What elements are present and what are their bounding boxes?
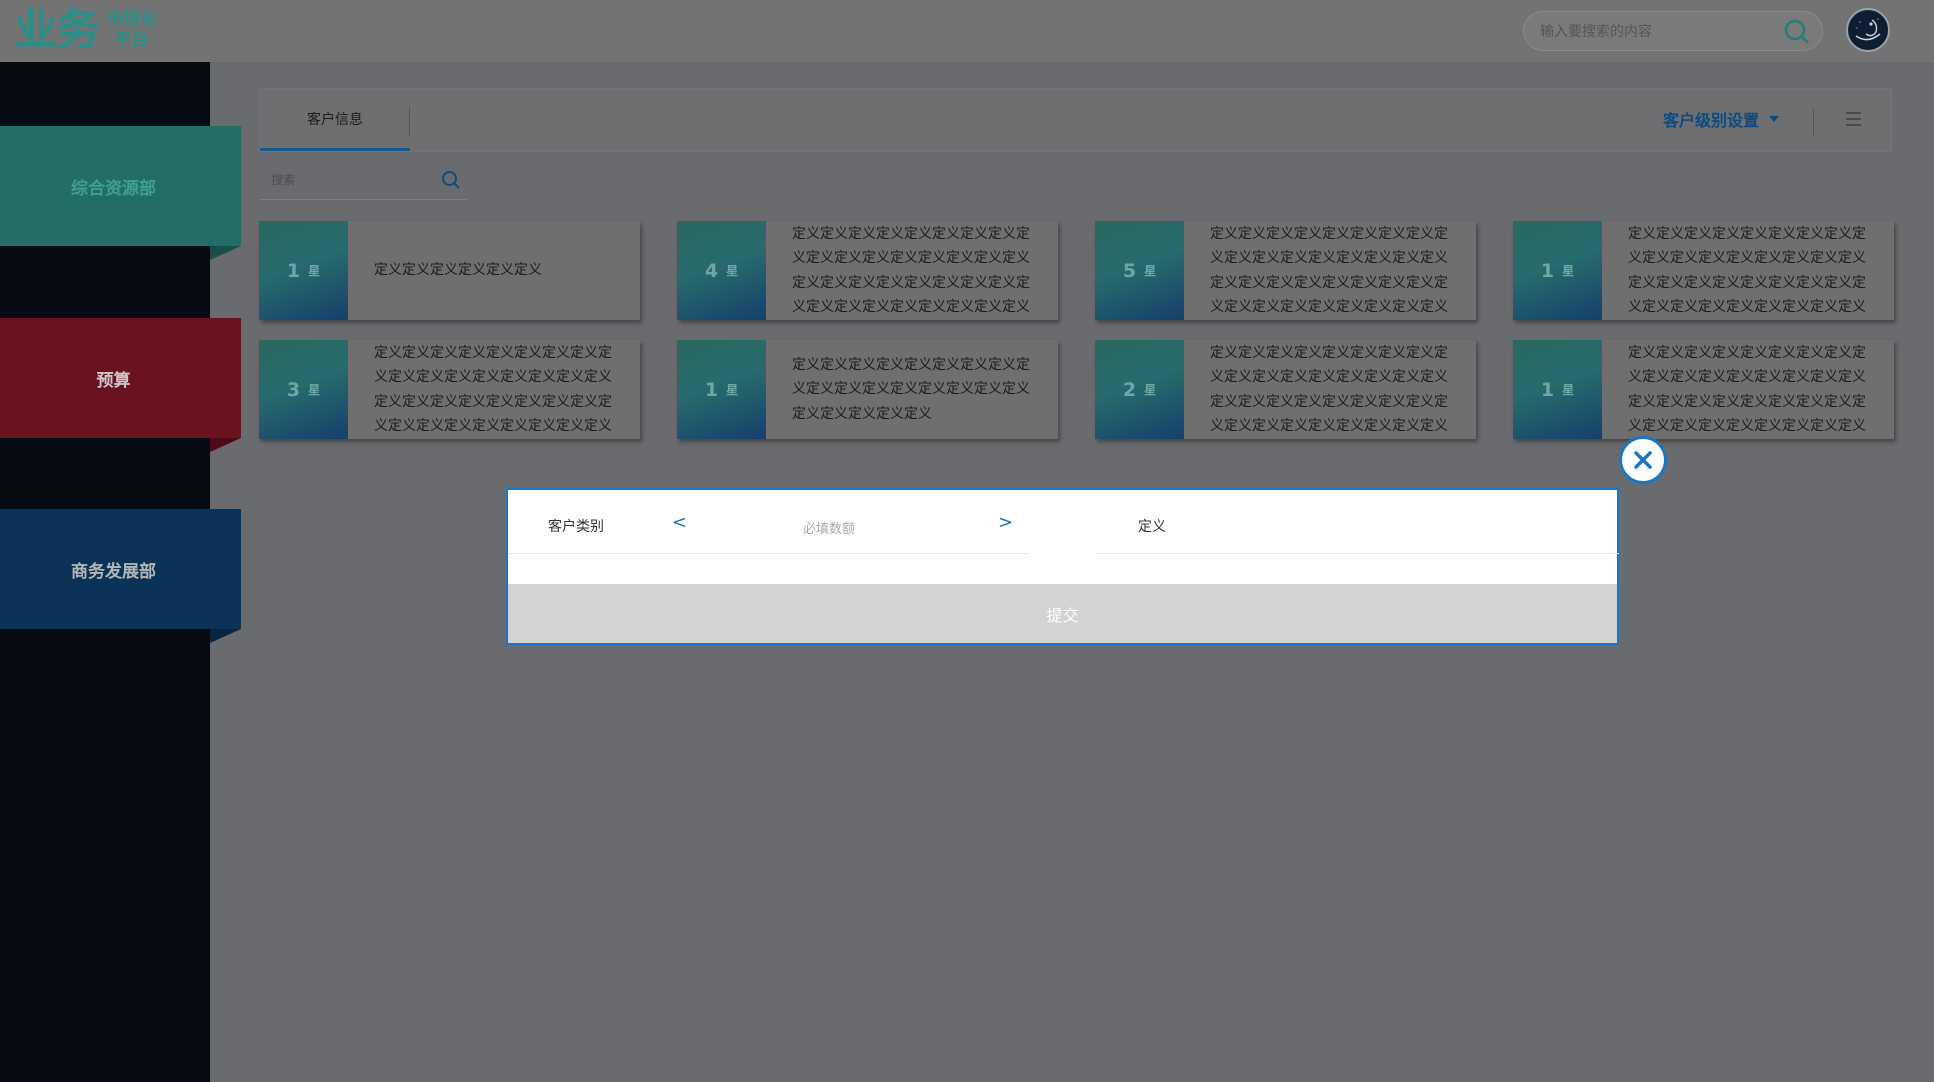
search-icon[interactable] (1784, 19, 1810, 49)
star-level-badge: 1 星 (677, 340, 766, 439)
customer-level-card[interactable]: 1 星 定义定义定义定义定义定义定义定义定义定义定义定义定义定义定义定义定义定义… (677, 340, 1058, 439)
star-count: 1 (1540, 378, 1555, 401)
customer-level-card[interactable]: 5 星 定义定义定义定义定义定义定义定义定义定义定义定义定义定义定义定义定义定义… (1095, 221, 1476, 320)
star-level-badge: 5 星 (1095, 221, 1184, 320)
header-search-input[interactable] (1538, 21, 1768, 43)
modal-close-button[interactable] (1619, 436, 1667, 484)
sidebar-fold-decoration (210, 438, 241, 452)
customer-level-card[interactable]: 1 星 定义定义定义定义定义定义定义定义定义定义定义定义定义定义定义定义定义定义… (1513, 340, 1894, 439)
card-description: 定义定义定义定义定义定义定义定义定义定义定义定义定义定义定义定义定义定义定义定义… (1628, 225, 1866, 316)
panel-search-box (259, 160, 467, 200)
top-header: 业务 市场化 平台 (0, 0, 1934, 62)
search-icon[interactable] (441, 170, 461, 194)
card-description: 定义定义定义定义定义定义定义定义定义定义定义定义定义定义定义定义定义定义定义定义… (792, 225, 1030, 316)
sidebar-item-label: 综合资源部 (71, 178, 156, 199)
customer-level-card[interactable]: 4 星 定义定义定义定义定义定义定义定义定义定义定义定义定义定义定义定义定义定义… (677, 221, 1058, 320)
logo-subtitle-line1: 市场化 (106, 9, 157, 29)
star-unit: 星 (726, 264, 739, 278)
star-unit: 星 (726, 383, 739, 397)
sidebar-item-label: 商务发展部 (71, 561, 156, 582)
card-description: 定义定义定义定义定义定义定义定义定义定义定义定义定义定义定义定义定义定义定义定义… (792, 356, 1030, 422)
star-count: 3 (286, 378, 301, 401)
field-underline (1098, 553, 1619, 554)
chevron-left-icon[interactable]: < (672, 512, 687, 533)
logo-subtitle: 市场化 平台 (106, 9, 157, 51)
star-level-badge: 1 星 (1513, 340, 1602, 439)
star-count: 4 (704, 259, 719, 282)
star-unit: 星 (1562, 383, 1575, 397)
tab-label: 客户信息 (307, 111, 363, 128)
sidebar-item-label: 预算 (96, 370, 131, 391)
card-description: 定义定义定义定义定义定义定义定义定义定义定义定义定义定义定义定义定义定义定义定义… (374, 344, 612, 435)
tab-divider (409, 107, 410, 137)
amount-field[interactable]: 必填数额 (803, 518, 855, 537)
customer-level-card[interactable]: 3 星 定义定义定义定义定义定义定义定义定义定义定义定义定义定义定义定义定义定义… (259, 340, 640, 439)
customer-level-modal: 客户类别 < 必填数额 > 定义 提交 (506, 488, 1619, 645)
sidebar-item-business-dev[interactable]: 商务发展部 (0, 509, 241, 629)
sidebar-item-resources[interactable]: 综合资源部 (0, 126, 241, 246)
header-divider (1813, 109, 1814, 137)
star-level-badge: 1 星 (1513, 221, 1602, 320)
tab-customer-info[interactable]: 客户信息 (260, 89, 410, 151)
chevron-right-icon[interactable]: > (998, 512, 1013, 533)
user-avatar[interactable] (1846, 8, 1890, 52)
definition-field[interactable]: 定义 (1138, 516, 1166, 536)
star-count: 1 (286, 259, 301, 282)
dropdown-label: 客户级别设置 (1663, 111, 1760, 130)
star-level-badge: 3 星 (259, 340, 348, 439)
customer-level-settings-dropdown[interactable]: 客户级别设置 (1663, 107, 1780, 131)
card-description: 定义定义定义定义定义定义 (374, 262, 542, 279)
star-count: 1 (1540, 259, 1555, 282)
sidebar-fold-decoration (210, 246, 241, 260)
star-unit: 星 (1144, 264, 1157, 278)
star-unit: 星 (1144, 383, 1157, 397)
sidebar-item-budget[interactable]: 预算 (0, 318, 241, 438)
panel-header: 客户信息 客户级别设置 (259, 88, 1892, 152)
sidebar-fold-decoration (210, 629, 241, 643)
card-description: 定义定义定义定义定义定义定义定义定义定义定义定义定义定义定义定义定义定义定义定义… (1628, 344, 1866, 435)
app-logo[interactable]: 业务 市场化 平台 (14, 6, 157, 54)
caret-down-icon (1769, 116, 1780, 122)
star-level-badge: 1 星 (259, 221, 348, 320)
submit-button[interactable]: 提交 (508, 584, 1617, 643)
field-underline (508, 553, 1028, 554)
star-unit: 星 (1562, 264, 1575, 278)
star-level-badge: 2 星 (1095, 340, 1184, 439)
logo-subtitle-line2: 平台 (114, 30, 149, 50)
star-count: 1 (704, 378, 719, 401)
customer-level-card[interactable]: 2 星 定义定义定义定义定义定义定义定义定义定义定义定义定义定义定义定义定义定义… (1095, 340, 1476, 439)
card-description: 定义定义定义定义定义定义定义定义定义定义定义定义定义定义定义定义定义定义定义定义… (1210, 344, 1448, 435)
customer-level-card[interactable]: 1 星 定义定义定义定义定义定义定义定义定义定义定义定义定义定义定义定义定义定义… (1513, 221, 1894, 320)
hamburger-menu-icon[interactable] (1846, 112, 1861, 126)
panel-search-input[interactable] (269, 170, 419, 190)
customer-type-label: 客户类别 (548, 519, 604, 535)
star-unit: 星 (308, 383, 321, 397)
star-count: 5 (1122, 259, 1137, 282)
star-level-badge: 4 星 (677, 221, 766, 320)
header-search-box (1523, 11, 1823, 51)
star-unit: 星 (308, 264, 321, 278)
customer-level-card[interactable]: 1 星 定义定义定义定义定义定义 (259, 221, 640, 320)
close-icon (1634, 451, 1652, 469)
logo-main-text: 业务 (14, 4, 100, 55)
star-count: 2 (1122, 378, 1137, 401)
card-description: 定义定义定义定义定义定义定义定义定义定义定义定义定义定义定义定义定义定义定义定义… (1210, 225, 1448, 316)
